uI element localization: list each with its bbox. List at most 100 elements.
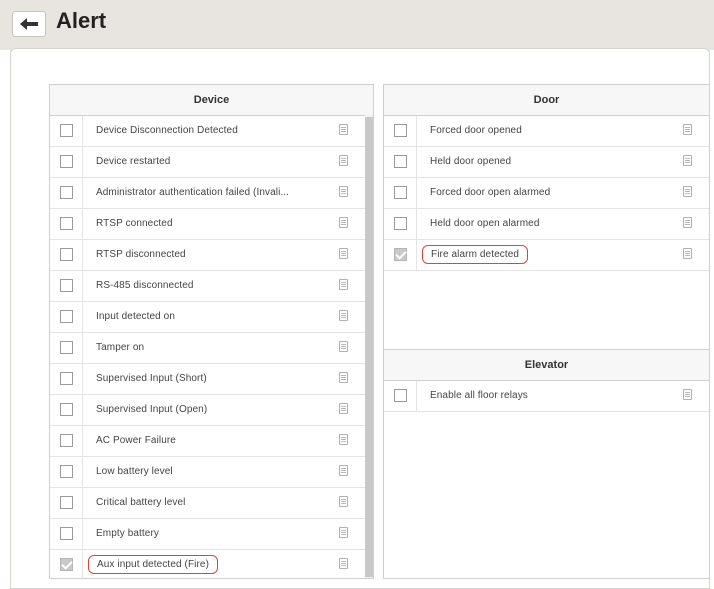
item-checkbox[interactable]	[60, 279, 73, 292]
content-area: Device Device Disconnection Detected Devi…	[10, 48, 710, 589]
door-panel-header: Door	[384, 85, 709, 116]
door-elevator-panel: Door Forced door opened Held door opened F…	[383, 84, 710, 579]
item-checkbox[interactable]	[60, 124, 73, 137]
document-icon[interactable]	[339, 186, 348, 197]
device-panel: Device Device Disconnection Detected Devi…	[49, 84, 374, 580]
list-item[interactable]: Tamper on	[50, 333, 373, 364]
list-item[interactable]: Supervised Input (Short)	[50, 364, 373, 395]
list-item[interactable]: Supervised Input (Open)	[50, 395, 373, 426]
document-icon[interactable]	[339, 310, 348, 321]
document-icon[interactable]	[339, 279, 348, 290]
list-item[interactable]: RS-485 disconnected	[50, 271, 373, 302]
item-checkbox[interactable]	[60, 465, 73, 478]
page-title: Alert	[56, 8, 107, 33]
item-checkbox[interactable]	[60, 434, 73, 447]
door-list: Forced door opened Held door opened Forced…	[384, 116, 709, 349]
item-checkbox[interactable]	[394, 124, 407, 137]
device-scrollbar-thumb[interactable]	[365, 117, 373, 577]
document-icon[interactable]	[339, 155, 348, 166]
document-icon[interactable]	[339, 465, 348, 476]
document-icon[interactable]	[683, 155, 692, 166]
list-item[interactable]: Critical battery level	[50, 488, 373, 519]
list-item[interactable]: RTSP connected	[50, 209, 373, 240]
item-checkbox[interactable]	[60, 186, 73, 199]
item-checkbox[interactable]	[60, 403, 73, 416]
item-checkbox[interactable]	[394, 389, 407, 402]
item-checkbox[interactable]	[60, 155, 73, 168]
item-label: Forced door open alarmed	[430, 187, 551, 198]
item-label: Held door opened	[430, 156, 512, 167]
list-item[interactable]: Empty battery	[50, 519, 373, 550]
item-checkbox[interactable]	[60, 527, 73, 540]
item-label: AC Power Failure	[96, 435, 176, 446]
column-divider	[416, 209, 417, 239]
item-checkbox[interactable]	[394, 186, 407, 199]
column-divider	[82, 519, 83, 549]
list-item[interactable]: RTSP disconnected	[50, 240, 373, 271]
document-icon[interactable]	[339, 403, 348, 414]
device-list[interactable]: Device Disconnection Detected Device rest…	[50, 116, 373, 580]
item-checkbox[interactable]	[60, 496, 73, 509]
document-icon[interactable]	[339, 496, 348, 507]
list-item[interactable]: Held door opened	[384, 147, 709, 178]
column-divider	[82, 147, 83, 177]
document-icon[interactable]	[339, 248, 348, 259]
column-divider	[416, 147, 417, 177]
list-item[interactable]: Input detected on	[50, 302, 373, 333]
item-checkbox[interactable]	[60, 248, 73, 261]
back-button[interactable]	[12, 11, 46, 37]
item-label: Input detected on	[96, 311, 175, 322]
item-checkbox[interactable]	[394, 248, 407, 261]
document-icon[interactable]	[339, 434, 348, 445]
list-item[interactable]: Fire alarm detected	[384, 240, 709, 271]
list-item[interactable]: Aux input detected (Fire)	[50, 550, 373, 580]
item-label: Tamper on	[96, 342, 145, 353]
document-icon[interactable]	[339, 527, 348, 538]
list-item[interactable]: Enable all floor relays	[384, 381, 709, 412]
document-icon[interactable]	[683, 248, 692, 259]
list-item[interactable]: AC Power Failure	[50, 426, 373, 457]
list-item[interactable]: Administrator authentication failed (Inv…	[50, 178, 373, 209]
item-label: RS-485 disconnected	[96, 280, 194, 291]
column-divider	[416, 116, 417, 146]
document-icon[interactable]	[683, 186, 692, 197]
column-divider	[82, 302, 83, 332]
item-checkbox[interactable]	[60, 217, 73, 230]
document-icon[interactable]	[339, 372, 348, 383]
list-item[interactable]: Low battery level	[50, 457, 373, 488]
item-checkbox[interactable]	[60, 372, 73, 385]
document-icon[interactable]	[339, 217, 348, 228]
list-item[interactable]: Forced door opened	[384, 116, 709, 147]
document-icon[interactable]	[339, 558, 348, 569]
list-item[interactable]: Device Disconnection Detected	[50, 116, 373, 147]
item-label: RTSP disconnected	[96, 249, 186, 260]
document-icon[interactable]	[683, 124, 692, 135]
column-divider	[416, 240, 417, 270]
column-divider	[416, 381, 417, 411]
document-icon[interactable]	[339, 124, 348, 135]
item-label: Administrator authentication failed (Inv…	[96, 187, 290, 198]
column-divider	[82, 333, 83, 363]
device-scrollbar[interactable]	[365, 115, 373, 578]
item-checkbox[interactable]	[60, 310, 73, 323]
column-divider	[82, 395, 83, 425]
item-label: Device restarted	[96, 156, 171, 167]
item-label: Enable all floor relays	[430, 390, 528, 401]
column-divider	[82, 271, 83, 301]
document-icon[interactable]	[683, 217, 692, 228]
document-icon[interactable]	[683, 389, 692, 400]
column-divider	[82, 550, 83, 580]
column-divider	[82, 364, 83, 394]
column-divider	[82, 240, 83, 270]
list-item[interactable]: Device restarted	[50, 147, 373, 178]
item-label: Forced door opened	[430, 125, 522, 136]
item-label-highlighted: Fire alarm detected	[422, 245, 529, 264]
item-checkbox[interactable]	[60, 341, 73, 354]
list-item[interactable]: Held door open alarmed	[384, 209, 709, 240]
document-icon[interactable]	[339, 341, 348, 352]
list-item[interactable]: Forced door open alarmed	[384, 178, 709, 209]
item-checkbox[interactable]	[60, 558, 73, 571]
item-checkbox[interactable]	[394, 217, 407, 230]
item-checkbox[interactable]	[394, 155, 407, 168]
column-divider	[82, 426, 83, 456]
